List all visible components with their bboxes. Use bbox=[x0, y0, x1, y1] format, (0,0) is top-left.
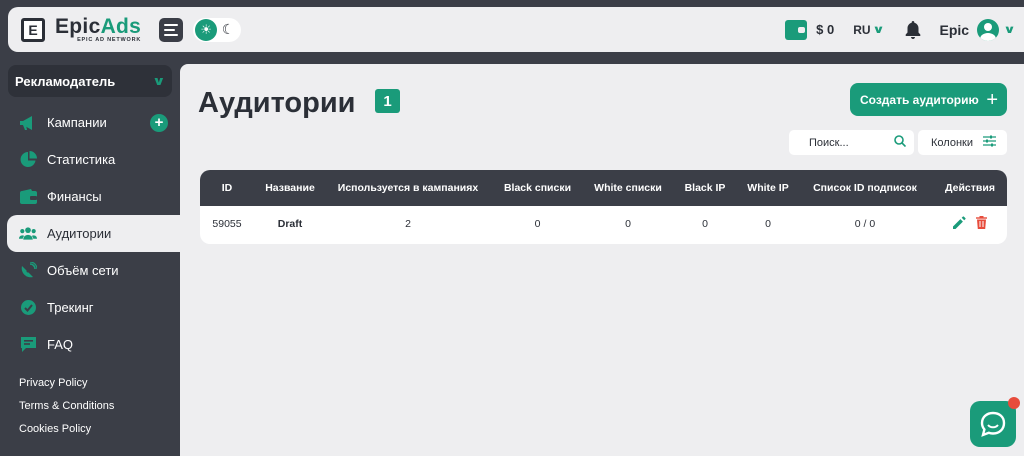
bell-icon[interactable] bbox=[904, 20, 922, 40]
language-label: RU bbox=[853, 22, 871, 37]
column-header[interactable]: Black IP bbox=[671, 170, 739, 206]
top-header: E EpicAds EPIC AD NETWORK ☀ ☾ $ 0 RU ∨ E… bbox=[8, 7, 1024, 52]
cell-white-ip: 0 bbox=[765, 217, 771, 230]
edit-icon[interactable] bbox=[953, 215, 966, 232]
chevron-down-icon[interactable]: ∨ bbox=[1003, 23, 1016, 36]
columns-label: Колонки bbox=[931, 136, 973, 149]
sidebar-item-label: Объём сети bbox=[47, 263, 119, 278]
column-header[interactable]: White IP bbox=[739, 170, 797, 206]
column-header[interactable]: Название bbox=[254, 170, 326, 206]
moon-icon[interactable]: ☾ bbox=[217, 19, 239, 41]
delete-icon[interactable] bbox=[976, 215, 987, 232]
sidebar-item-tracking[interactable]: Трекинг bbox=[0, 289, 180, 326]
add-campaign-button[interactable]: + bbox=[150, 113, 168, 132]
sidebar-item-network-volume[interactable]: Объём сети bbox=[0, 252, 180, 289]
sidebar-item-statistics[interactable]: Статистика bbox=[0, 141, 180, 178]
chevron-down-icon: ∨ bbox=[871, 24, 885, 36]
columns-button[interactable]: Колонки bbox=[918, 130, 1007, 155]
avatar[interactable] bbox=[977, 18, 1000, 41]
search-icon[interactable] bbox=[894, 134, 907, 152]
wallet-icon[interactable] bbox=[785, 19, 808, 40]
sidebar: Рекламодатель ∨ Кампании + Статистика Фи… bbox=[0, 52, 180, 456]
logo-mark: E bbox=[21, 17, 45, 42]
cell-id: 59055 bbox=[212, 217, 242, 230]
cell-used-in: 2 bbox=[405, 217, 411, 230]
sidebar-item-label: Статистика bbox=[47, 152, 116, 167]
logo-name-ads: Ads bbox=[100, 14, 142, 38]
theme-toggle[interactable]: ☀ ☾ bbox=[193, 17, 242, 42]
chat-icon bbox=[980, 411, 1006, 437]
sidebar-item-label: FAQ bbox=[47, 337, 74, 352]
column-header[interactable]: White списки bbox=[585, 170, 671, 206]
megaphone-icon bbox=[19, 114, 37, 132]
sidebar-item-campaigns[interactable]: Кампании + bbox=[0, 104, 180, 141]
cell-name[interactable]: Draft bbox=[254, 206, 326, 241]
column-header[interactable]: Black списки bbox=[490, 170, 585, 206]
cell-black-lists: 0 bbox=[534, 217, 541, 230]
column-header[interactable]: Используется в кампаниях bbox=[326, 170, 490, 206]
sidebar-item-faq[interactable]: FAQ bbox=[0, 326, 180, 363]
plus-icon: + bbox=[986, 88, 998, 111]
sidebar-item-label: Аудитории bbox=[47, 226, 112, 241]
satellite-icon bbox=[19, 262, 37, 280]
page-title: Аудитории bbox=[198, 87, 356, 119]
tracking-icon bbox=[19, 299, 37, 317]
sliders-icon bbox=[983, 135, 996, 150]
sidebar-item-label: Финансы bbox=[47, 189, 102, 204]
faq-icon bbox=[19, 336, 37, 354]
chart-icon bbox=[19, 151, 37, 169]
cell-black-ip: 0 bbox=[702, 217, 708, 230]
create-audience-button[interactable]: Создать аудиторию + bbox=[850, 83, 1007, 116]
balance: $ 0 bbox=[816, 22, 835, 37]
menu-toggle-button[interactable] bbox=[159, 17, 184, 42]
logo-subtitle: EPIC AD NETWORK bbox=[77, 36, 142, 43]
language-selector[interactable]: RU ∨ bbox=[853, 22, 885, 37]
sidebar-item-finances[interactable]: Финансы bbox=[0, 178, 180, 215]
role-label: Рекламодатель bbox=[15, 73, 116, 89]
users-icon bbox=[19, 225, 37, 243]
cell-white-lists: 0 bbox=[625, 217, 631, 230]
chevron-down-icon: ∨ bbox=[152, 74, 166, 88]
audiences-table: ID Название Используется в кампаниях Bla… bbox=[200, 170, 1007, 244]
column-header[interactable]: ID bbox=[200, 170, 254, 206]
role-selector[interactable]: Рекламодатель ∨ bbox=[8, 65, 172, 97]
logo[interactable]: E EpicAds EPIC AD NETWORK bbox=[21, 16, 141, 44]
cell-actions bbox=[933, 206, 1007, 241]
sidebar-item-label: Кампании bbox=[47, 115, 107, 130]
sidebar-item-audiences[interactable]: Аудитории bbox=[7, 215, 180, 252]
main-content: Аудитории 1 Создать аудиторию + Колонки … bbox=[180, 64, 1024, 456]
cell-sub-ids: 0 / 0 bbox=[854, 217, 876, 230]
user-name[interactable]: Epic bbox=[939, 22, 969, 38]
sidebar-item-label: Трекинг bbox=[47, 300, 94, 315]
notification-dot bbox=[1008, 397, 1020, 409]
create-audience-label: Создать аудиторию bbox=[860, 92, 979, 107]
search-box[interactable] bbox=[789, 130, 914, 155]
privacy-policy-link[interactable]: Privacy Policy bbox=[19, 377, 114, 400]
chat-button[interactable] bbox=[970, 401, 1016, 447]
terms-link[interactable]: Terms & Conditions bbox=[19, 400, 114, 423]
logo-name-epic: Epic bbox=[55, 14, 101, 38]
count-badge: 1 bbox=[375, 89, 400, 113]
column-header[interactable]: Список ID подписок bbox=[797, 170, 933, 206]
lightbulb-icon[interactable]: ☀ bbox=[195, 18, 218, 41]
cookies-policy-link[interactable]: Cookies Policy bbox=[19, 423, 114, 446]
sidebar-nav: Кампании + Статистика Финансы Аудитории bbox=[0, 104, 180, 363]
table-header-row: ID Название Используется в кампаниях Bla… bbox=[200, 170, 1007, 206]
column-header: Действия bbox=[945, 182, 995, 194]
footer-links: Privacy Policy Terms & Conditions Cookie… bbox=[19, 377, 114, 446]
search-input[interactable] bbox=[809, 136, 879, 149]
wallet-icon bbox=[19, 188, 37, 206]
table-row: 59055 Draft 2 0 0 0 0 0 / 0 bbox=[200, 206, 1007, 241]
